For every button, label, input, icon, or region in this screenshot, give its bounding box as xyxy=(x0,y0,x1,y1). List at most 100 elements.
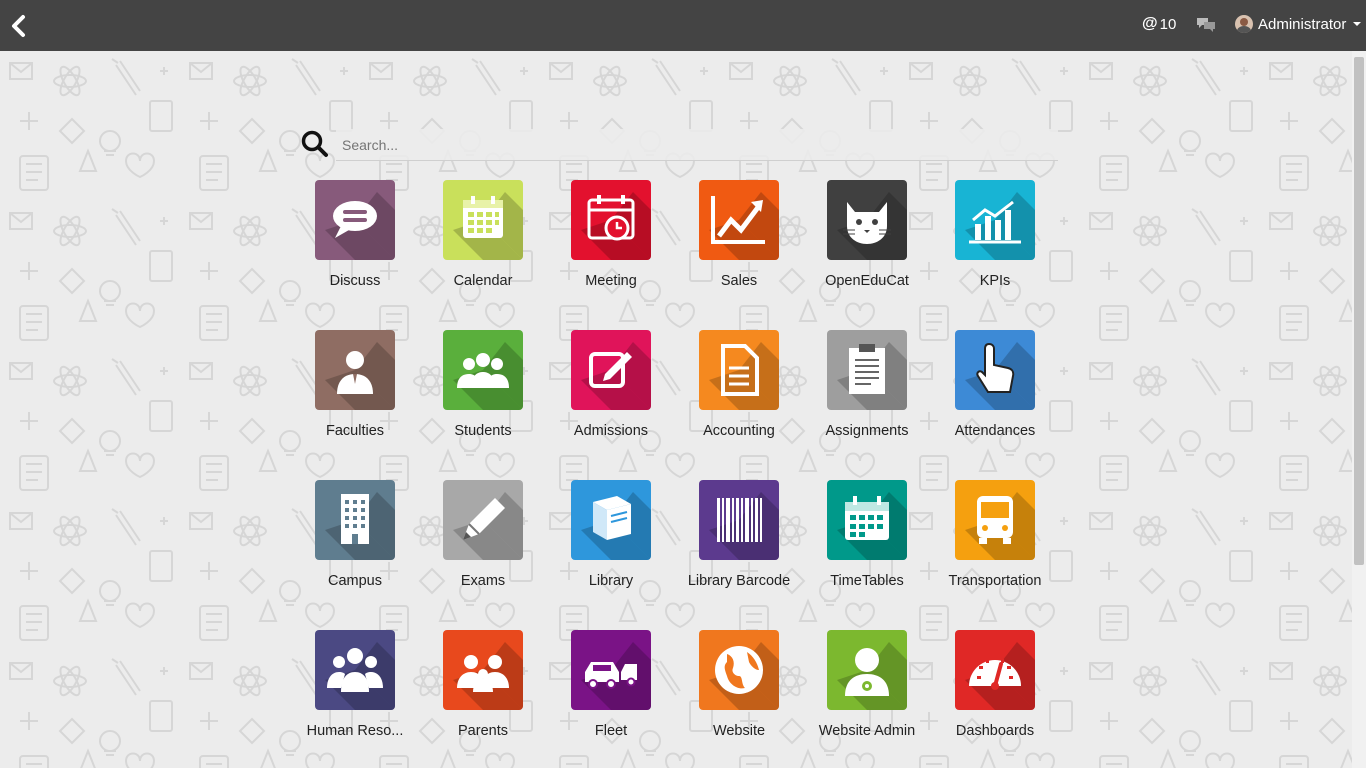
app-attendances[interactable]: Attendances xyxy=(931,330,1059,460)
group-icon xyxy=(453,342,523,410)
app-fleet[interactable]: Fleet xyxy=(547,630,675,760)
chat-bubbles-icon[interactable] xyxy=(1196,16,1216,34)
app-website[interactable]: Website xyxy=(675,630,803,760)
app-label: Attendances xyxy=(954,423,1036,439)
app-library[interactable]: Library xyxy=(547,480,675,610)
app-admissions[interactable]: Admissions xyxy=(547,330,675,460)
app-meeting[interactable]: Meeting xyxy=(547,180,675,310)
app-openeducat[interactable]: OpenEduCat xyxy=(803,180,931,310)
app-tile xyxy=(443,180,523,260)
app-switcher-area: Discuss Calendar Meeting Sales OpenEduCa… xyxy=(0,51,1352,768)
search-bar xyxy=(300,129,1060,163)
app-label: Library xyxy=(588,573,634,589)
app-label: Fleet xyxy=(594,723,628,739)
app-accounting[interactable]: Accounting xyxy=(675,330,803,460)
app-label: TimeTables xyxy=(830,573,904,589)
hand-pointer-icon xyxy=(965,342,1035,410)
app-tile xyxy=(571,630,651,710)
app-tile xyxy=(443,480,523,560)
app-sales[interactable]: Sales xyxy=(675,180,803,310)
cat-icon xyxy=(837,192,907,260)
app-label: Discuss xyxy=(329,273,381,289)
app-tile xyxy=(699,180,779,260)
app-label: KPIs xyxy=(979,273,1011,289)
app-tile xyxy=(315,330,395,410)
scrollbar-thumb[interactable] xyxy=(1354,57,1364,565)
app-human-reso[interactable]: Human Reso... xyxy=(291,630,419,760)
app-tile xyxy=(443,330,523,410)
bus-icon xyxy=(965,492,1035,560)
app-faculties[interactable]: Faculties xyxy=(291,330,419,460)
app-tile xyxy=(315,180,395,260)
speedometer-icon xyxy=(965,642,1035,710)
barcode-icon xyxy=(709,492,779,560)
edit-icon xyxy=(581,342,651,410)
app-discuss[interactable]: Discuss xyxy=(291,180,419,310)
app-label: OpenEduCat xyxy=(825,273,909,289)
app-calendar[interactable]: Calendar xyxy=(419,180,547,310)
calendar-clock-icon xyxy=(581,192,651,260)
notification-count: 10 xyxy=(1159,15,1177,33)
app-label: Library Barcode xyxy=(687,573,791,589)
scrollbar[interactable] xyxy=(1352,51,1366,768)
app-transportation[interactable]: Transportation xyxy=(931,480,1059,610)
family-icon xyxy=(453,642,523,710)
app-tile xyxy=(827,480,907,560)
app-label: Parents xyxy=(458,723,508,739)
app-label: Sales xyxy=(720,273,758,289)
app-website-admin[interactable]: Website Admin xyxy=(803,630,931,760)
app-label: Website Admin xyxy=(818,723,916,739)
app-label: Dashboards xyxy=(955,723,1035,739)
app-tile xyxy=(955,630,1035,710)
people-icon xyxy=(325,642,395,710)
app-label: Transportation xyxy=(948,573,1042,589)
caret-down-icon xyxy=(1353,22,1362,26)
at-sign-icon: @ xyxy=(1142,15,1158,32)
app-tile xyxy=(827,630,907,710)
top-navbar: @ 10 Administrator xyxy=(0,0,1366,51)
app-label: Admissions xyxy=(573,423,649,439)
app-library-barcode[interactable]: Library Barcode xyxy=(675,480,803,610)
mentions-notification[interactable]: @ 10 xyxy=(1142,15,1176,33)
app-tile xyxy=(571,330,651,410)
bar-chart-icon xyxy=(965,192,1035,260)
calendar-icon xyxy=(453,192,523,260)
app-label: Campus xyxy=(328,573,382,589)
app-label: Website xyxy=(712,723,766,739)
app-parents[interactable]: Parents xyxy=(419,630,547,760)
user-name: Administrator xyxy=(1258,15,1347,33)
app-tile xyxy=(827,330,907,410)
book-icon xyxy=(581,492,651,560)
app-tile xyxy=(571,480,651,560)
app-tile xyxy=(699,330,779,410)
search-input[interactable] xyxy=(336,129,1058,161)
app-kpis[interactable]: KPIs xyxy=(931,180,1059,310)
back-arrow-icon[interactable] xyxy=(9,14,29,38)
avatar xyxy=(1235,15,1253,33)
app-assignments[interactable]: Assignments xyxy=(803,330,931,460)
app-tile xyxy=(315,630,395,710)
app-tile xyxy=(571,180,651,260)
speech-bubble-icon xyxy=(325,192,395,260)
app-label: Students xyxy=(454,423,512,439)
calendar-grid-icon xyxy=(837,492,907,560)
app-students[interactable]: Students xyxy=(419,330,547,460)
pencil-icon xyxy=(453,492,523,560)
app-label: Meeting xyxy=(585,273,637,289)
businessman-icon xyxy=(325,342,395,410)
app-timetables[interactable]: TimeTables xyxy=(803,480,931,610)
app-tile xyxy=(315,480,395,560)
globe-icon xyxy=(709,642,779,710)
app-label: Calendar xyxy=(453,273,513,289)
app-campus[interactable]: Campus xyxy=(291,480,419,610)
app-dashboards[interactable]: Dashboards xyxy=(931,630,1059,760)
app-label: Human Reso... xyxy=(306,723,404,739)
app-tile xyxy=(955,180,1035,260)
app-label: Assignments xyxy=(825,423,909,439)
trending-chart-icon xyxy=(709,192,779,260)
app-tile xyxy=(699,630,779,710)
user-menu[interactable]: Administrator xyxy=(1235,15,1362,33)
app-exams[interactable]: Exams xyxy=(419,480,547,610)
app-label: Faculties xyxy=(325,423,385,439)
clipboard-icon xyxy=(837,342,907,410)
